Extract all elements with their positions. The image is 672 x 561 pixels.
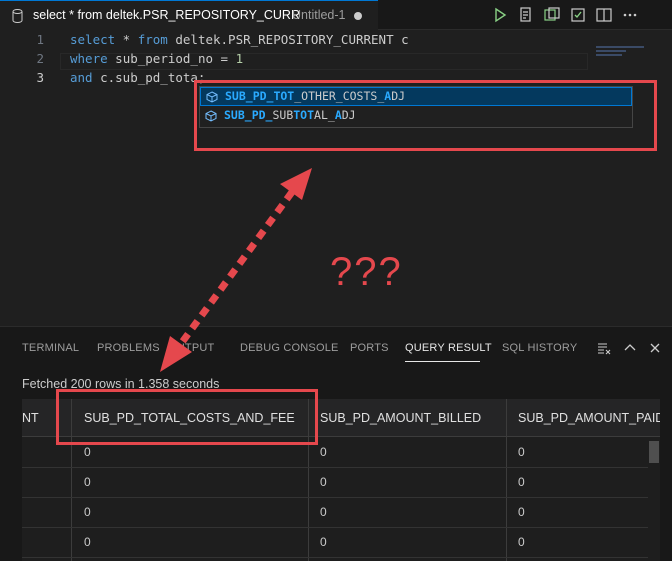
tab-problems[interactable]: PROBLEMS bbox=[97, 342, 160, 354]
grid-scrollbar[interactable] bbox=[648, 437, 660, 561]
sql-keyword: from bbox=[137, 32, 168, 47]
sql-text: * bbox=[115, 32, 138, 47]
unsaved-dot-icon[interactable] bbox=[354, 12, 362, 20]
sql-keyword: select bbox=[70, 32, 116, 47]
table-cell[interactable]: 0 bbox=[84, 498, 91, 527]
tab-ports[interactable]: PORTS bbox=[350, 342, 389, 354]
new-query-icon[interactable] bbox=[542, 5, 562, 25]
clear-icon[interactable] bbox=[596, 340, 612, 356]
table-row[interactable]: 0 0 0 bbox=[22, 468, 660, 498]
editor-tab-bar: select * from deltek.PSR_REPOSITORY_CURR… bbox=[0, 0, 672, 30]
active-tab-indicator bbox=[405, 361, 480, 362]
tab-output[interactable]: OUTPUT bbox=[168, 342, 214, 354]
sql-keyword: where bbox=[70, 51, 108, 66]
tab-debug-console[interactable]: DEBUG CONSOLE bbox=[240, 342, 339, 354]
explain-icon[interactable] bbox=[516, 5, 536, 25]
line-number: 1 bbox=[36, 32, 44, 47]
table-cell[interactable]: 0 bbox=[518, 438, 525, 467]
tab-terminal[interactable]: TERMINAL bbox=[22, 342, 79, 354]
sql-text: sub_period_no = bbox=[107, 51, 236, 66]
code-line[interactable]: where sub_period_no = 1 bbox=[70, 51, 243, 66]
line-number: 3 bbox=[36, 70, 44, 85]
table-row[interactable]: 0 0 0 bbox=[22, 528, 660, 558]
code-line[interactable]: and c.sub_pd_tota; bbox=[70, 70, 205, 85]
minimap[interactable] bbox=[596, 46, 650, 56]
export-icon[interactable] bbox=[568, 5, 588, 25]
sql-number: 1 bbox=[235, 51, 244, 66]
table-cell[interactable]: 0 bbox=[518, 528, 525, 557]
database-icon bbox=[12, 9, 23, 23]
table-cell[interactable]: 0 bbox=[320, 468, 327, 497]
annotation-question-marks: ??? bbox=[330, 250, 403, 294]
close-icon[interactable] bbox=[647, 340, 663, 356]
tab-sql-history[interactable]: SQL HISTORY bbox=[502, 342, 577, 354]
chevron-up-icon[interactable] bbox=[622, 340, 638, 356]
scrollbar-thumb[interactable] bbox=[649, 441, 659, 463]
more-icon[interactable] bbox=[620, 5, 640, 25]
table-cell[interactable]: 0 bbox=[518, 468, 525, 497]
annotation-box-suggestions bbox=[194, 80, 657, 151]
table-row[interactable]: 0 0 0 bbox=[22, 498, 660, 528]
split-editor-icon[interactable] bbox=[594, 5, 614, 25]
tab-description: Untitled-1 bbox=[292, 8, 346, 22]
annotation-box-column bbox=[56, 389, 318, 445]
table-cell[interactable]: 0 bbox=[84, 528, 91, 557]
tab-title: select * from deltek.PSR_REPOSITORY_CURR bbox=[33, 8, 300, 22]
table-cell[interactable]: 0 bbox=[84, 468, 91, 497]
tab-query-result[interactable]: QUERY RESULT bbox=[405, 342, 492, 354]
table-cell[interactable]: 0 bbox=[518, 498, 525, 527]
column-header[interactable]: SUB_PD_AMOUNT_PAID bbox=[518, 399, 660, 437]
sql-text: deltek.PSR_REPOSITORY_CURRENT c bbox=[167, 32, 409, 47]
editor-tab[interactable]: select * from deltek.PSR_REPOSITORY_CURR… bbox=[0, 0, 378, 30]
sql-keyword: and bbox=[70, 70, 93, 85]
table-cell[interactable]: 0 bbox=[320, 528, 327, 557]
run-icon[interactable] bbox=[490, 5, 510, 25]
code-line[interactable]: select * from deltek.PSR_REPOSITORY_CURR… bbox=[70, 32, 409, 47]
line-number: 2 bbox=[36, 51, 44, 66]
table-cell[interactable]: 0 bbox=[320, 498, 327, 527]
column-header[interactable]: SUB_PD_AMOUNT_BILLED bbox=[320, 399, 510, 437]
sql-text: c.sub_pd_tota; bbox=[92, 70, 206, 85]
table-cell[interactable]: 0 bbox=[320, 438, 327, 467]
